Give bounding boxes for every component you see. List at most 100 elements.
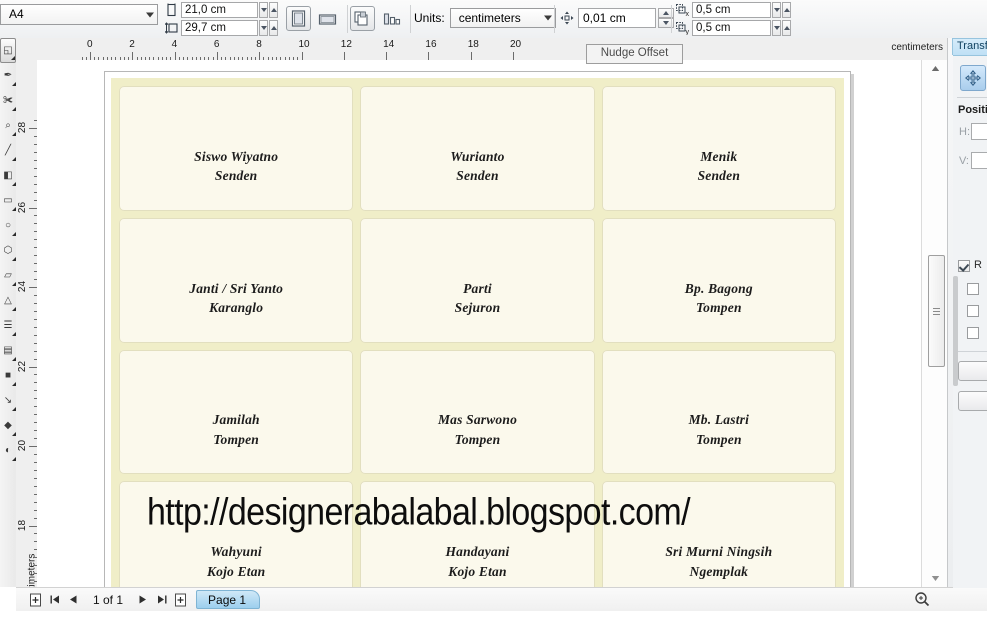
table-tool[interactable]: ☰ <box>0 313 16 338</box>
freehand-tool[interactable]: ╱ <box>0 138 16 163</box>
docker-scrollbar-thumb[interactable] <box>953 276 958 386</box>
page-height-decrease[interactable] <box>259 20 268 36</box>
page-tab-page-1[interactable]: Page 1 <box>196 590 261 609</box>
docker-apply-button[interactable] <box>958 361 987 381</box>
label-card[interactable]: Siswo Wiyatno Senden <box>119 86 354 211</box>
zoom-level-icon[interactable] <box>913 590 931 608</box>
units-value: centimeters <box>458 11 521 25</box>
label-card-place: Tompen <box>695 300 742 316</box>
anchor-option-1-checkbox[interactable] <box>967 283 979 295</box>
ruler-tick <box>428 52 430 60</box>
label-card-name: Parti <box>463 280 492 296</box>
label-card[interactable]: Mas Sarwono Tompen <box>360 349 595 475</box>
eyedropper-tool[interactable]: ↘ <box>0 388 16 413</box>
vertical-scrollbar[interactable] <box>921 60 948 587</box>
add-page-before-icon[interactable] <box>26 590 45 609</box>
text-tool[interactable]: △ <box>0 288 16 313</box>
label-card[interactable]: Parti Sejuron <box>360 217 595 343</box>
ruler-tick <box>386 52 388 60</box>
vertical-ruler[interactable]: centimeters 28 26 24 22 20 18 <box>16 60 38 587</box>
page-width-spinner[interactable] <box>259 2 278 18</box>
relative-position-checkbox[interactable] <box>958 260 970 272</box>
duplicate-y-decrease[interactable] <box>772 20 781 36</box>
page-height-spinner[interactable] <box>259 20 278 36</box>
ruler-label: 22 <box>17 360 29 372</box>
label-card[interactable]: Menik Senden <box>601 86 836 211</box>
docker-h-label: H: <box>959 126 970 138</box>
duplicate-y-row: y 0,5 cm <box>676 20 792 36</box>
page-height-row: 29,7 cm <box>164 20 278 36</box>
next-page-icon[interactable] <box>133 590 152 609</box>
zoom-tool-icon: ⌕ <box>5 119 11 131</box>
duplicate-x-input[interactable]: 0,5 cm <box>692 2 771 18</box>
zoom-tool[interactable]: ⌕ <box>0 113 16 138</box>
label-card[interactable]: Bp. Bagong Tompen <box>601 217 836 343</box>
scroll-down-button[interactable] <box>922 570 948 587</box>
scroll-up-button[interactable] <box>922 60 948 77</box>
current-page-button[interactable] <box>379 6 404 31</box>
flyout-arrow-icon[interactable] <box>11 56 15 60</box>
label-card-place: Tompen <box>695 431 742 447</box>
crop-tool[interactable]: ✀ <box>0 88 16 113</box>
units-dropdown[interactable]: centimeters <box>449 8 556 28</box>
label-card[interactable]: Wurianto Senden <box>360 86 595 211</box>
polygon-tool[interactable]: ⬡ <box>0 238 16 263</box>
rectangle-tool[interactable]: ▭ <box>0 188 16 213</box>
move-position-icon[interactable] <box>960 65 986 91</box>
blend-tool[interactable]: ■ <box>0 363 16 388</box>
page-width-input[interactable]: 21,0 cm <box>181 2 258 18</box>
label-card-place: Kojo Etan <box>206 563 266 579</box>
docker-body: Positi H: V: R <box>953 55 987 588</box>
basic-shapes-tool[interactable]: ▱ <box>0 263 16 288</box>
docker-h-input[interactable] <box>971 123 987 140</box>
label-card[interactable]: Mb. Lastri Tompen <box>601 349 836 475</box>
shape-tool-icon: ✒ <box>3 69 13 81</box>
duplicate-y-icon: y <box>676 21 690 36</box>
label-card-name: Wahyuni <box>210 544 262 560</box>
page-width-decrease[interactable] <box>259 2 268 18</box>
fill-tool[interactable]: ◆ <box>0 413 16 438</box>
first-page-icon[interactable] <box>45 590 64 609</box>
add-page-after-icon[interactable] <box>171 590 190 609</box>
duplicate-x-spinner[interactable] <box>772 2 791 18</box>
ellipse-tool[interactable]: ○ <box>0 213 16 238</box>
label-card[interactable]: Janti / Sri Yanto Karanglo <box>119 217 354 343</box>
vertical-scrollbar-thumb[interactable] <box>928 255 945 367</box>
duplicate-x-icon: x <box>676 3 690 18</box>
horizontal-ruler[interactable]: centimeters 0 2 4 6 8 10 12 14 16 18 20 <box>16 38 947 61</box>
docker-v-input[interactable] <box>971 152 987 169</box>
duplicate-x-increase[interactable] <box>782 2 791 18</box>
ruler-tick <box>29 525 37 527</box>
portrait-orientation-button[interactable] <box>286 6 311 31</box>
docker-apply-duplicate-button[interactable] <box>958 391 987 411</box>
duplicate-y-spinner[interactable] <box>772 20 791 36</box>
page-height-increase[interactable] <box>269 20 278 36</box>
duplicate-y-input[interactable]: 0,5 cm <box>692 20 771 36</box>
page-height-input[interactable]: 29,7 cm <box>181 20 258 36</box>
nudge-offset-icon <box>559 10 575 26</box>
docker-tab-transform[interactable]: Transfo <box>952 38 987 55</box>
previous-page-icon[interactable] <box>64 590 83 609</box>
label-card[interactable]: Jamilah Tompen <box>119 349 354 475</box>
anchor-option-2-checkbox[interactable] <box>967 305 979 317</box>
smart-fill-tool[interactable]: ◧ <box>0 163 16 188</box>
nudge-offset-input[interactable]: 0,01 cm <box>578 8 656 28</box>
ruler-tick <box>29 287 37 288</box>
shape-tool[interactable]: ✒ <box>0 63 16 88</box>
landscape-orientation-button[interactable] <box>315 6 340 31</box>
all-pages-button[interactable] <box>350 6 375 31</box>
ruler-label: 10 <box>298 39 310 50</box>
drawing-canvas[interactable]: Siswo Wiyatno Senden Wurianto Senden Menik Se… <box>37 60 921 587</box>
page-width-increase[interactable] <box>269 2 278 18</box>
duplicate-y-increase[interactable] <box>782 20 791 36</box>
page-width-row: 21,0 cm <box>165 2 278 18</box>
ruler-label: 6 <box>213 39 220 50</box>
ruler-tick <box>216 52 218 60</box>
duplicate-x-decrease[interactable] <box>772 2 781 18</box>
dimension-tool[interactable]: ▤ <box>0 338 16 363</box>
anchor-option-3-checkbox[interactable] <box>967 327 979 339</box>
last-page-icon[interactable] <box>152 590 171 609</box>
page-size-dropdown[interactable]: A4 <box>0 4 158 25</box>
pick-tool[interactable]: ◱ <box>0 38 16 63</box>
interactive-fill-tool[interactable]: ◐ <box>0 438 16 463</box>
